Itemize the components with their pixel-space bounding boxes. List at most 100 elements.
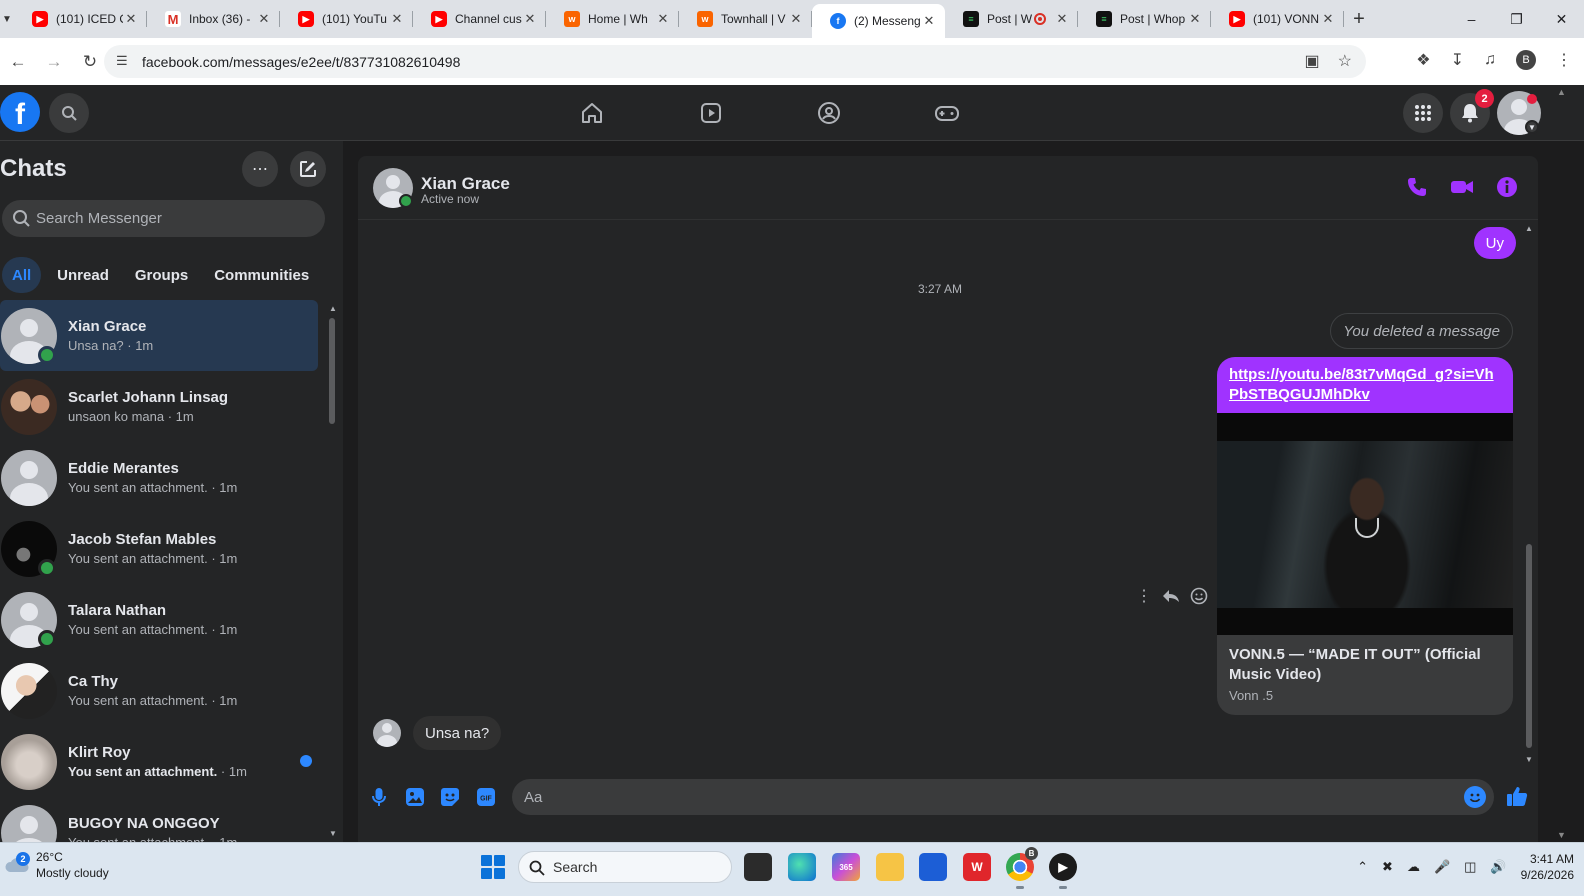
tab-close-icon[interactable]: ✕	[522, 11, 538, 27]
chat-list-scrollbar[interactable]: ▲ ▼	[329, 304, 337, 838]
chrome-menu-icon[interactable]: ⋮	[1556, 50, 1572, 70]
scroll-down-arrow[interactable]: ▼	[1525, 755, 1533, 764]
tab-close-icon[interactable]: ✕	[256, 11, 272, 27]
filter-communities[interactable]: Communities	[204, 257, 319, 293]
media-control-icon[interactable]: ♫	[1484, 51, 1496, 69]
scroll-down-arrow[interactable]: ▼	[329, 829, 337, 838]
browser-tab[interactable]: w Townhall | V ✕	[679, 0, 812, 38]
forward-button[interactable]: →	[36, 52, 72, 72]
microphone-icon[interactable]: 🎤	[1434, 859, 1450, 875]
install-app-icon[interactable]: ▣	[1305, 51, 1320, 71]
network-app-icon[interactable]: ✖	[1382, 859, 1393, 875]
voice-clip-button[interactable]	[368, 786, 390, 808]
video-thumbnail[interactable]	[1217, 413, 1513, 635]
sender-avatar[interactable]	[373, 719, 401, 747]
tab-close-icon[interactable]: ✕	[655, 11, 671, 27]
contact-name[interactable]: Xian Grace	[421, 174, 510, 194]
chat-options-button[interactable]: ⋯	[242, 151, 278, 187]
browser-tab[interactable]: w Home | Wh ✕	[546, 0, 679, 38]
microsoft-365-icon[interactable]: 365	[832, 853, 860, 881]
tab-close-icon[interactable]: ✕	[1320, 11, 1336, 27]
chat-list-item[interactable]: Xian Grace Unsa na? · 1m	[0, 300, 318, 371]
weather-widget[interactable]: 2 26°C Mostly cloudy	[4, 849, 109, 881]
browser-tab[interactable]: ≡ Post | Whop ✕	[1078, 0, 1211, 38]
edge-browser-icon[interactable]	[788, 853, 816, 881]
chat-list-item[interactable]: Eddie Merantes You sent an attachment. · …	[0, 442, 318, 513]
display-icon[interactable]: ◫	[1464, 859, 1476, 875]
message-link[interactable]: https://youtu.be/83t7vMqGd_g?si=VhPbSTBQ…	[1217, 357, 1513, 413]
onedrive-cloud-icon[interactable]: ☁	[1407, 859, 1420, 875]
tab-close-icon[interactable]: ✕	[1187, 11, 1203, 27]
tab-close-icon[interactable]: ✕	[1054, 11, 1070, 27]
chat-list-item[interactable]: Talara Nathan You sent an attachment. · 1…	[0, 584, 318, 655]
windows-start-button[interactable]	[481, 855, 505, 879]
facebook-search-button[interactable]	[49, 93, 89, 133]
browser-tab[interactable]: f (2) Messeng ✕	[812, 4, 945, 38]
more-options-icon[interactable]: ⋮	[1136, 586, 1152, 606]
minimize-button[interactable]: –	[1449, 0, 1494, 38]
home-nav-button[interactable]	[578, 99, 606, 127]
browser-tab[interactable]: ▶ Channel cus ✕	[413, 0, 546, 38]
browser-tab[interactable]: ▶ (101) ICED O ✕	[14, 0, 147, 38]
scroll-up-arrow[interactable]: ▲	[1557, 87, 1566, 97]
volume-icon[interactable]: 🔊	[1490, 859, 1506, 875]
filter-all[interactable]: All	[2, 257, 42, 293]
scroll-up-arrow[interactable]: ▲	[1525, 224, 1533, 233]
received-message-bubble[interactable]: Unsa na?	[413, 716, 502, 750]
microsoft-store-icon[interactable]	[919, 853, 947, 881]
filter-unread[interactable]: Unread	[47, 257, 119, 293]
link-title[interactable]: VONN.5 — “MADE IT OUT” (Official Music V…	[1229, 645, 1501, 685]
reels-nav-button[interactable]	[697, 99, 725, 127]
gif-button[interactable]: GIF	[475, 786, 497, 808]
browser-tab[interactable]: ▶ (101) VONN ✕	[1211, 0, 1344, 38]
show-hidden-icons-icon[interactable]: ⌃	[1357, 859, 1368, 875]
search-messenger-input[interactable]: Search Messenger	[2, 200, 325, 237]
scrollbar-thumb[interactable]	[329, 318, 335, 424]
tab-close-icon[interactable]: ✕	[788, 11, 804, 27]
react-emoji-icon[interactable]	[1190, 587, 1208, 605]
page-scrollbar[interactable]: ▲ ▼	[1555, 85, 1569, 842]
file-explorer-icon[interactable]	[876, 853, 904, 881]
chat-list-item[interactable]: Scarlet Johann Linsag unsaon ko mana · 1m	[0, 371, 318, 442]
close-window-button[interactable]: ✕	[1539, 0, 1584, 38]
omnibox[interactable]: ☰ facebook.com/messages/e2ee/t/837731082…	[104, 45, 1366, 78]
message-input[interactable]: Aa	[512, 779, 1494, 815]
sent-message-bubble[interactable]: Uy	[1473, 227, 1516, 259]
scroll-down-arrow[interactable]: ▼	[1557, 830, 1566, 840]
taskbar-search[interactable]: Search	[518, 851, 732, 883]
maximize-button[interactable]: ❐	[1494, 0, 1539, 38]
gaming-nav-button[interactable]	[933, 99, 961, 127]
video-call-icon[interactable]	[1450, 176, 1474, 198]
filter-groups[interactable]: Groups	[125, 257, 198, 293]
extensions-icon[interactable]: ❖	[1416, 50, 1430, 70]
phone-call-icon[interactable]	[1406, 176, 1428, 198]
scroll-up-arrow[interactable]: ▲	[329, 304, 337, 313]
tab-close-icon[interactable]: ✕	[123, 11, 139, 27]
tab-close-icon[interactable]: ✕	[389, 11, 405, 27]
chat-list-item[interactable]: Ca Thy You sent an attachment. · 1m	[0, 655, 318, 726]
download-icon[interactable]: ↧	[1451, 50, 1464, 70]
bookmark-star-icon[interactable]: ☆	[1338, 51, 1352, 71]
send-like-button[interactable]	[1505, 784, 1529, 808]
chat-list-item[interactable]: Klirt Roy You sent an attachment. · 1m	[0, 726, 318, 797]
wps-office-icon[interactable]: W	[963, 853, 991, 881]
new-tab-button[interactable]: +	[1344, 8, 1374, 31]
system-clock[interactable]: 3:41 AM 9/26/2026	[1521, 851, 1574, 883]
notifications-button[interactable]: 2	[1450, 89, 1494, 133]
task-view-icon[interactable]	[744, 853, 772, 881]
chat-list-item[interactable]: BUGOY NA ONGGOY You sent an attachment. ·…	[0, 797, 318, 842]
chrome-browser-icon[interactable]: B	[1006, 847, 1038, 889]
chrome-profile-avatar[interactable]: B	[1516, 50, 1536, 70]
menu-button[interactable]	[1403, 93, 1443, 133]
chat-list-item[interactable]: Jacob Stefan Mables You sent an attachmen…	[0, 513, 318, 584]
browser-tab[interactable]: ≡ Post | W ✕	[945, 0, 1078, 38]
browser-tab[interactable]: M Inbox (36) - ✕	[147, 0, 280, 38]
new-message-button[interactable]	[290, 151, 326, 187]
media-player-icon[interactable]: ▶	[1049, 853, 1077, 889]
reply-icon[interactable]	[1162, 588, 1180, 604]
groups-nav-button[interactable]	[815, 99, 843, 127]
url-text[interactable]: facebook.com/messages/e2ee/t/83773108261…	[142, 54, 460, 70]
thread-scrollbar[interactable]: ▲ ▼	[1524, 224, 1534, 764]
site-info-icon[interactable]: ☰	[116, 53, 128, 69]
info-icon[interactable]	[1496, 176, 1518, 198]
